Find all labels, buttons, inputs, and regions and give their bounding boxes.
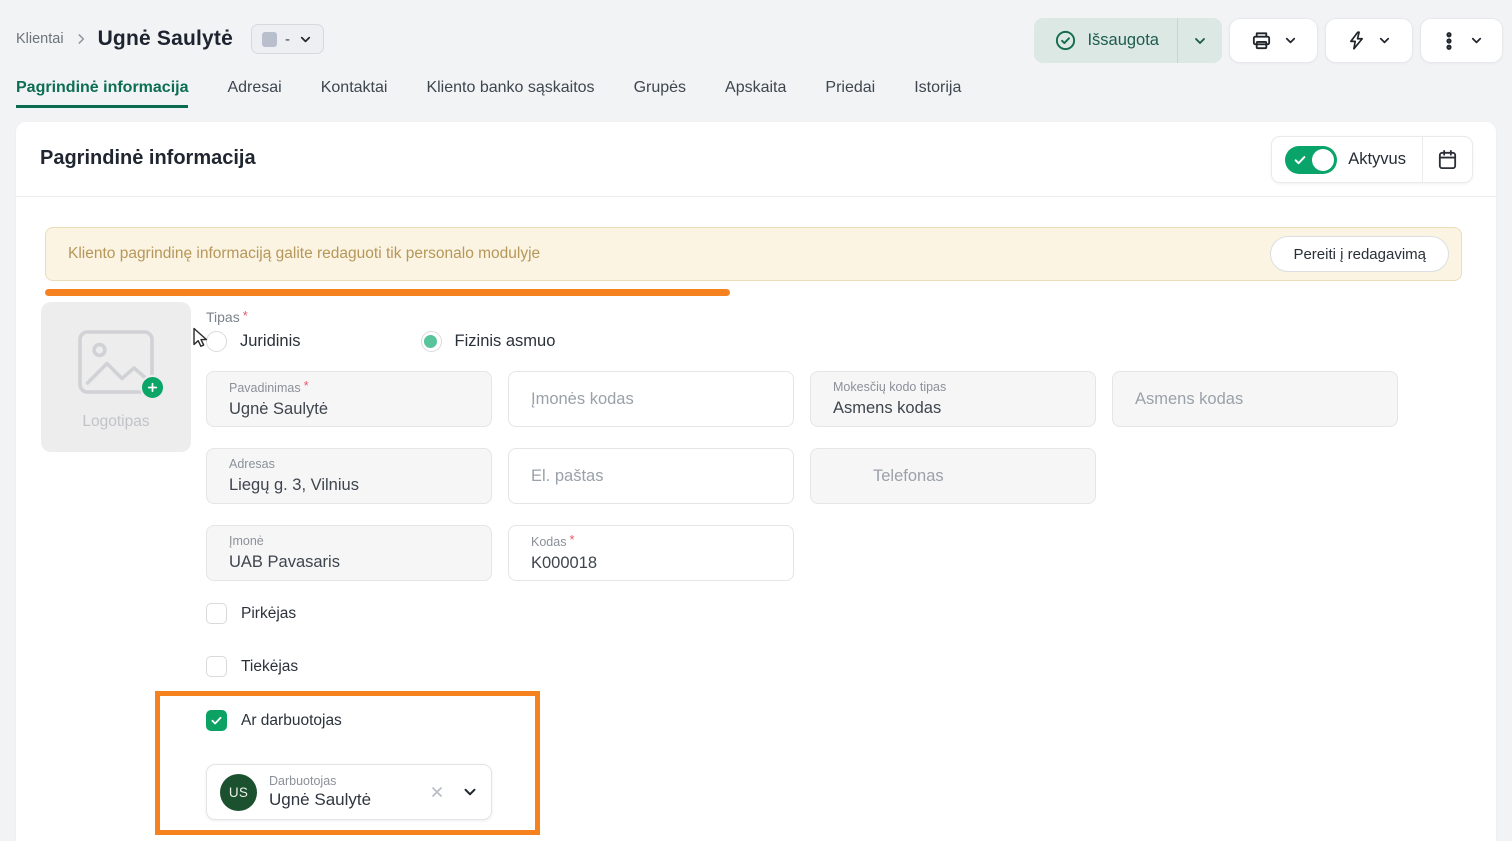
checkbox-label: Ar darbuotojas	[241, 712, 342, 730]
activity-calendar-button[interactable]	[1423, 148, 1472, 171]
field-value: Ugnė Saulytė	[229, 397, 471, 421]
page-title: Ugnė Saulytė	[98, 27, 233, 51]
main-info-card: Pagrindinė informacija Aktyvus Kliento p…	[16, 122, 1496, 841]
checkbox-checked[interactable]	[206, 710, 227, 731]
chevron-down-icon	[1192, 33, 1208, 49]
type-label: Tipas	[206, 309, 248, 325]
go-to-edit-button[interactable]: Pereiti į redagavimą	[1270, 236, 1449, 272]
section-title: Pagrindinė informacija	[40, 147, 256, 170]
field-placeholder: El. paštas	[531, 467, 603, 486]
select-value: Ugnė Saulytė	[269, 788, 429, 811]
tab-priedai[interactable]: Priedai	[825, 79, 875, 108]
toggle-switch[interactable]	[1285, 146, 1337, 174]
logo-upload[interactable]: Logotipas	[41, 302, 191, 452]
tiekejas-checkbox-row[interactable]: Tiekėjas	[206, 656, 298, 677]
field-placeholder: Telefonas	[873, 467, 944, 486]
avatar: US	[220, 774, 257, 811]
breadcrumb: Klientai Ugnė Saulytė -	[16, 16, 324, 62]
field-value: K000018	[531, 551, 773, 575]
clear-icon[interactable]	[429, 784, 445, 800]
field-label: Mokesčių kodo tipas	[833, 380, 1075, 395]
tab-pagrindine-informacija[interactable]: Pagrindinė informacija	[16, 79, 188, 108]
field-label: Kodas	[531, 534, 773, 550]
field-label: Adresas	[229, 457, 471, 472]
type-radio-group: Juridinis Fizinis asmuo	[206, 331, 555, 352]
lightning-icon	[1346, 30, 1367, 51]
radio-label: Juridinis	[240, 332, 301, 351]
field-value: Liegų g. 3, Vilnius	[229, 473, 471, 497]
field-label: Įmonė	[229, 534, 471, 549]
telefonas-field[interactable]: Telefonas	[810, 448, 1096, 504]
active-status-control: Aktyvus	[1271, 136, 1473, 183]
radio-fizinis-asmuo[interactable]: Fizinis asmuo	[421, 331, 556, 352]
tab-adresai[interactable]: Adresai	[227, 79, 281, 108]
adresas-field[interactable]: Adresas Liegų g. 3, Vilnius	[206, 448, 492, 504]
color-tag-dropdown[interactable]: -	[251, 24, 324, 54]
imones-kodas-field[interactable]: Įmonės kodas	[508, 371, 794, 427]
asmens-kodas-field[interactable]: Asmens kodas	[1112, 371, 1398, 427]
info-banner: Kliento pagrindinę informaciją galite re…	[45, 227, 1462, 281]
radio-circle-selected[interactable]	[421, 331, 442, 352]
chevron-down-icon	[298, 32, 313, 47]
chevron-down-icon[interactable]	[461, 783, 479, 801]
active-toggle[interactable]: Aktyvus	[1272, 146, 1422, 174]
mokesciu-kodo-tipas-field[interactable]: Mokesčių kodo tipas Asmens kodas	[810, 371, 1096, 427]
more-menu-button[interactable]	[1420, 18, 1503, 63]
select-label: Darbuotojas	[269, 774, 429, 788]
add-logo-icon[interactable]	[140, 375, 165, 400]
toggle-knob	[1312, 149, 1334, 171]
breadcrumb-klientai[interactable]: Klientai	[16, 31, 64, 47]
checkbox-label: Tiekėjas	[241, 658, 298, 676]
tab-kontaktai[interactable]: Kontaktai	[321, 79, 388, 108]
kodas-field[interactable]: Kodas K000018	[508, 525, 794, 581]
color-dropdown-value: -	[285, 31, 290, 48]
kebab-menu-icon	[1439, 30, 1459, 52]
saved-dropdown-toggle[interactable]	[1178, 33, 1222, 49]
logo-label: Logotipas	[41, 413, 191, 431]
quick-actions-button[interactable]	[1325, 18, 1413, 63]
check-icon	[1293, 153, 1307, 167]
ar-darbuotojas-checkbox-row[interactable]: Ar darbuotojas	[206, 710, 342, 731]
tab-istorija[interactable]: Istorija	[914, 79, 961, 108]
tab-apskaita[interactable]: Apskaita	[725, 79, 786, 108]
banner-message: Kliento pagrindinę informaciją galite re…	[68, 245, 540, 263]
employee-select[interactable]: US Darbuotojas Ugnė Saulytė	[206, 764, 492, 820]
chevron-down-icon	[1283, 33, 1298, 48]
field-value: Asmens kodas	[833, 396, 1075, 420]
field-placeholder: Asmens kodas	[1135, 390, 1243, 409]
tab-grupes[interactable]: Grupės	[634, 79, 686, 108]
orange-highlight-underline	[45, 289, 730, 296]
check-circle-icon	[1054, 29, 1077, 52]
calendar-icon	[1436, 148, 1459, 171]
active-toggle-label: Aktyvus	[1348, 150, 1406, 169]
radio-label: Fizinis asmuo	[455, 332, 556, 351]
field-label: Pavadinimas	[229, 380, 471, 396]
imone-field[interactable]: Įmonė UAB Pavasaris	[206, 525, 492, 581]
tab-bar: Pagrindinė informacija Adresai Kontaktai…	[16, 74, 961, 108]
pavadinimas-field[interactable]: Pavadinimas Ugnė Saulytė	[206, 371, 492, 427]
printer-icon	[1250, 29, 1273, 52]
chevron-down-icon	[1469, 33, 1484, 48]
card-header: Pagrindinė informacija Aktyvus	[16, 122, 1496, 197]
field-value: UAB Pavasaris	[229, 550, 471, 574]
check-icon	[210, 714, 223, 727]
el-pastas-field[interactable]: El. paštas	[508, 448, 794, 504]
tab-kliento-banko-saskaitos[interactable]: Kliento banko sąskaitos	[426, 79, 594, 108]
radio-circle[interactable]	[206, 331, 227, 352]
checkbox-label: Pirkėjas	[241, 605, 296, 623]
chevron-down-icon	[1377, 33, 1392, 48]
top-actions: Išsaugota	[1034, 18, 1503, 63]
lithuania-flag-icon	[833, 467, 859, 485]
chevron-right-icon	[74, 32, 88, 46]
saved-split-button[interactable]: Išsaugota	[1034, 18, 1222, 63]
field-placeholder: Įmonės kodas	[531, 390, 634, 409]
top-bar: Klientai Ugnė Saulytė - Išsaugota	[0, 0, 1512, 110]
print-button[interactable]	[1229, 18, 1318, 63]
pirkejas-checkbox-row[interactable]: Pirkėjas	[206, 603, 296, 624]
radio-juridinis[interactable]: Juridinis	[206, 331, 301, 352]
saved-label: Išsaugota	[1087, 31, 1159, 50]
checkbox-unchecked[interactable]	[206, 603, 227, 624]
color-swatch	[262, 32, 277, 47]
checkbox-unchecked[interactable]	[206, 656, 227, 677]
